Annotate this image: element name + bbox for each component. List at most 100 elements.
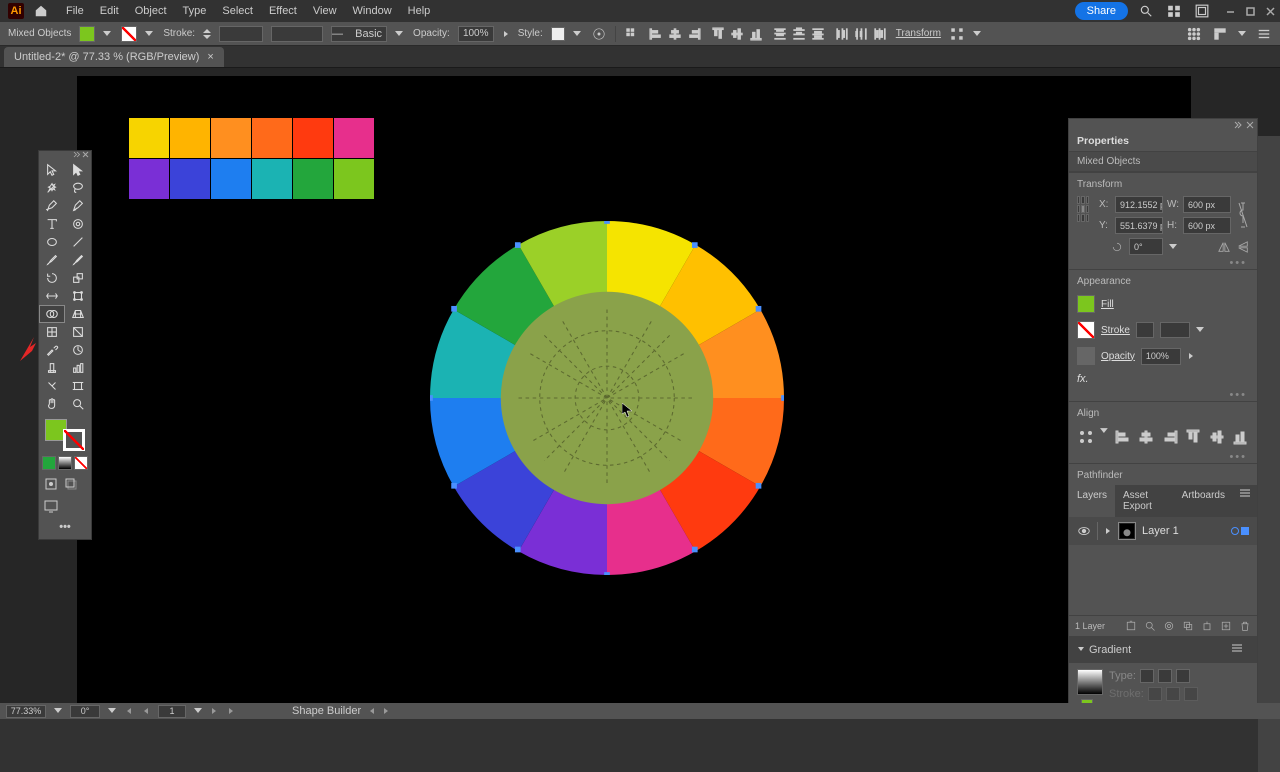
zoom-input[interactable]: [6, 705, 46, 718]
brush-dropdown[interactable]: [395, 29, 405, 39]
magic-wand-tool[interactable]: [39, 179, 65, 197]
gradient-mode-icon[interactable]: [58, 456, 72, 470]
workspace-icon[interactable]: [1192, 1, 1212, 21]
document-tab[interactable]: Untitled-2* @ 77.33 % (RGB/Preview) ×: [4, 47, 224, 67]
gradient-preview[interactable]: [1077, 669, 1103, 695]
align-dropdown[interactable]: [1100, 428, 1108, 434]
menu-edit[interactable]: Edit: [92, 5, 127, 17]
toolbox-collapse-icon[interactable]: [73, 151, 80, 158]
distribute-top-icon[interactable]: [772, 26, 788, 42]
appearance-stroke-swatch[interactable]: [1077, 321, 1095, 339]
home-button[interactable]: [30, 0, 52, 22]
y-input[interactable]: [1115, 217, 1163, 234]
gradient-linear-icon[interactable]: [1140, 669, 1154, 683]
recolor-icon[interactable]: [591, 26, 607, 42]
ellipse-tool[interactable]: [39, 233, 65, 251]
measure-tool[interactable]: [65, 341, 91, 359]
panel-align-hcenter[interactable]: [1138, 428, 1155, 446]
fx-button[interactable]: fx.: [1077, 373, 1089, 385]
stroke-swatch[interactable]: [121, 26, 137, 42]
panel-tabs-menu[interactable]: [1233, 485, 1257, 517]
zoom-tool[interactable]: [65, 395, 91, 413]
menu-object[interactable]: Object: [127, 5, 175, 17]
flip-v-icon[interactable]: [1237, 240, 1249, 254]
w-input[interactable]: [1183, 196, 1231, 213]
search-icon[interactable]: [1136, 1, 1156, 21]
panel-align-bottom[interactable]: [1232, 428, 1249, 446]
draw-normal-icon[interactable]: [43, 476, 59, 492]
minimize-button[interactable]: [1220, 1, 1240, 21]
align-more[interactable]: •••: [1069, 451, 1257, 463]
align-right-icon[interactable]: [686, 26, 702, 42]
rotation-dropdown-status[interactable]: [108, 708, 116, 714]
align-bottom-icon[interactable]: [748, 26, 764, 42]
eyedropper-tool[interactable]: [39, 341, 65, 359]
align-vcenter-icon[interactable]: [729, 26, 745, 42]
status-scroll-left[interactable]: [369, 707, 375, 715]
menu-file[interactable]: File: [58, 5, 92, 17]
appearance-opacity-input[interactable]: [1141, 348, 1181, 365]
pen-tool[interactable]: [39, 197, 65, 215]
maximize-button[interactable]: [1240, 1, 1260, 21]
h-input[interactable]: [1183, 217, 1231, 234]
align-to-icon[interactable]: [624, 26, 640, 42]
style-swatch[interactable]: [551, 27, 565, 41]
align-top-icon[interactable]: [710, 26, 726, 42]
layer-expand-icon[interactable]: [1104, 527, 1112, 535]
mesh-tool[interactable]: [39, 323, 65, 341]
selection-tool[interactable]: [39, 161, 65, 179]
last-page-icon[interactable]: [226, 706, 236, 716]
draw-behind-icon[interactable]: [63, 476, 79, 492]
tab-asset-export[interactable]: Asset Export: [1115, 485, 1174, 517]
distribute-right-icon[interactable]: [872, 26, 888, 42]
curvature-tool[interactable]: [65, 197, 91, 215]
page-dropdown[interactable]: [194, 708, 202, 714]
gradient-freeform-icon[interactable]: [1176, 669, 1190, 683]
gradient-menu[interactable]: [1225, 640, 1249, 659]
hand-tool[interactable]: [39, 395, 65, 413]
opacity-chevron-icon[interactable]: [502, 30, 510, 38]
locate-layer-icon[interactable]: [1125, 620, 1137, 632]
transform-more[interactable]: •••: [1069, 257, 1257, 269]
flip-h-icon[interactable]: [1217, 241, 1231, 253]
tab-artboards[interactable]: Artboards: [1174, 485, 1233, 517]
layer-visibility-icon[interactable]: [1077, 524, 1091, 538]
zoom-dropdown[interactable]: [54, 708, 62, 714]
search-layer-icon[interactable]: [1144, 620, 1156, 632]
share-button[interactable]: Share: [1075, 2, 1128, 20]
layer-name[interactable]: Layer 1: [1142, 525, 1179, 537]
none-mode-icon[interactable]: [74, 456, 88, 470]
panel-align-vcenter[interactable]: [1208, 428, 1225, 446]
transform-link[interactable]: Transform: [896, 28, 941, 39]
stroke-weight-input[interactable]: [219, 26, 263, 42]
new-layer-icon[interactable]: [1220, 620, 1232, 632]
artboard-tool[interactable]: [65, 377, 91, 395]
panel-align-left[interactable]: [1114, 428, 1131, 446]
line-tool[interactable]: [65, 233, 91, 251]
layer-row[interactable]: Layer 1: [1069, 517, 1257, 545]
arrange-docs-icon[interactable]: [1164, 1, 1184, 21]
status-scroll-right[interactable]: [383, 707, 389, 715]
touch-type-tool[interactable]: [65, 215, 91, 233]
prev-page-icon[interactable]: [142, 706, 150, 716]
next-page-icon[interactable]: [210, 706, 218, 716]
symbol-sprayer-tool[interactable]: [39, 359, 65, 377]
grid-icon[interactable]: [1186, 26, 1202, 42]
stroke-weight-dropdown[interactable]: [1196, 327, 1204, 333]
transform-dropdown[interactable]: [973, 31, 981, 37]
stroke-indicator[interactable]: [63, 429, 85, 451]
stroke-dropdown[interactable]: [145, 29, 155, 39]
first-page-icon[interactable]: [124, 706, 134, 716]
rotation-dropdown[interactable]: [1169, 244, 1177, 250]
menu-type[interactable]: Type: [175, 5, 215, 17]
align-to-button[interactable]: [1077, 428, 1094, 446]
rotate-tool[interactable]: [39, 269, 65, 287]
x-input[interactable]: [1115, 196, 1163, 213]
appearance-more[interactable]: •••: [1069, 389, 1257, 401]
brush-definition[interactable]: —Basic: [331, 26, 387, 42]
new-sublayer-icon[interactable]: [1201, 620, 1213, 632]
opacity-input[interactable]: [458, 26, 494, 42]
snap-icon[interactable]: [1212, 26, 1228, 42]
rotation-status-input[interactable]: [70, 705, 100, 718]
delete-layer-icon[interactable]: [1239, 620, 1251, 632]
